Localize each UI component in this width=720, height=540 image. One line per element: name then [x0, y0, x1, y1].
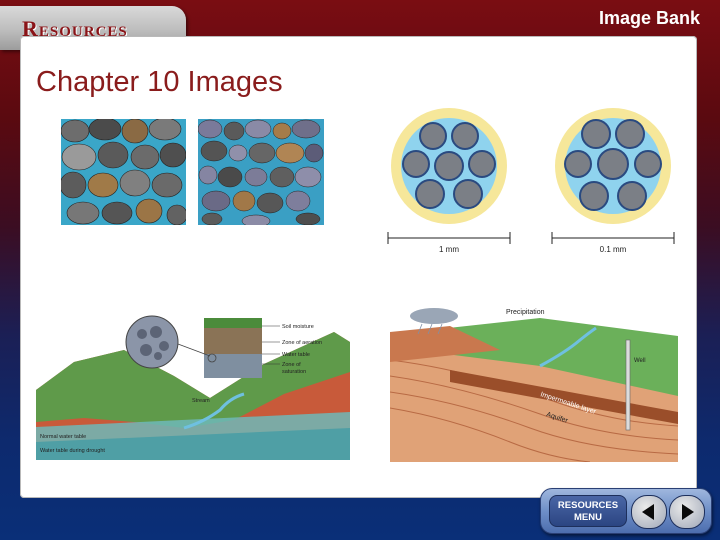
label-water-table: Water table — [282, 352, 310, 358]
label-zone-saturation-1: Zone of — [282, 362, 301, 368]
label-well: Well — [634, 358, 646, 364]
label-normal-water-table: Normal water table — [40, 434, 86, 440]
pebbles-photo-coarse — [61, 119, 186, 225]
pore-diagram-fine: 0.1 mm — [551, 108, 675, 254]
label-zone-aeration: Zone of aeration — [282, 340, 322, 346]
next-button[interactable] — [669, 495, 705, 529]
scale-label-0-1mm: 0.1 mm — [600, 245, 627, 254]
triangle-left-icon — [642, 504, 654, 520]
water-table-diagram: Soil moisture Zone of aeration Water tab… — [34, 302, 352, 462]
pebbles-photo-mixed — [198, 119, 324, 225]
label-precipitation: Precipitation — [506, 309, 545, 316]
menu-line-1: RESOURCES — [557, 500, 619, 511]
label-drought-water-table: Water table during drought — [40, 448, 105, 454]
label-zone-saturation-2: saturation — [282, 369, 306, 375]
footer-navigation: RESOURCES MENU — [540, 488, 712, 534]
aquifer-diagram: Precipitation Well Impermeable layer Aqu… — [390, 300, 678, 462]
scale-label-1mm: 1 mm — [439, 245, 459, 254]
label-stream: Stream — [192, 398, 210, 404]
label-soil-moisture: Soil moisture — [282, 324, 314, 330]
content-panel: Chapter 10 Images 1 mm 0.1 mm Soil moist… — [20, 36, 697, 498]
chapter-title: Chapter 10 Images — [36, 66, 283, 98]
pore-diagram-coarse: 1 mm — [387, 108, 511, 254]
triangle-right-icon — [682, 504, 694, 520]
previous-button[interactable] — [631, 495, 667, 529]
resources-menu-button[interactable]: RESOURCES MENU — [549, 495, 627, 527]
image-bank-label: Image Bank — [598, 8, 700, 28]
menu-line-2: MENU — [574, 512, 602, 523]
